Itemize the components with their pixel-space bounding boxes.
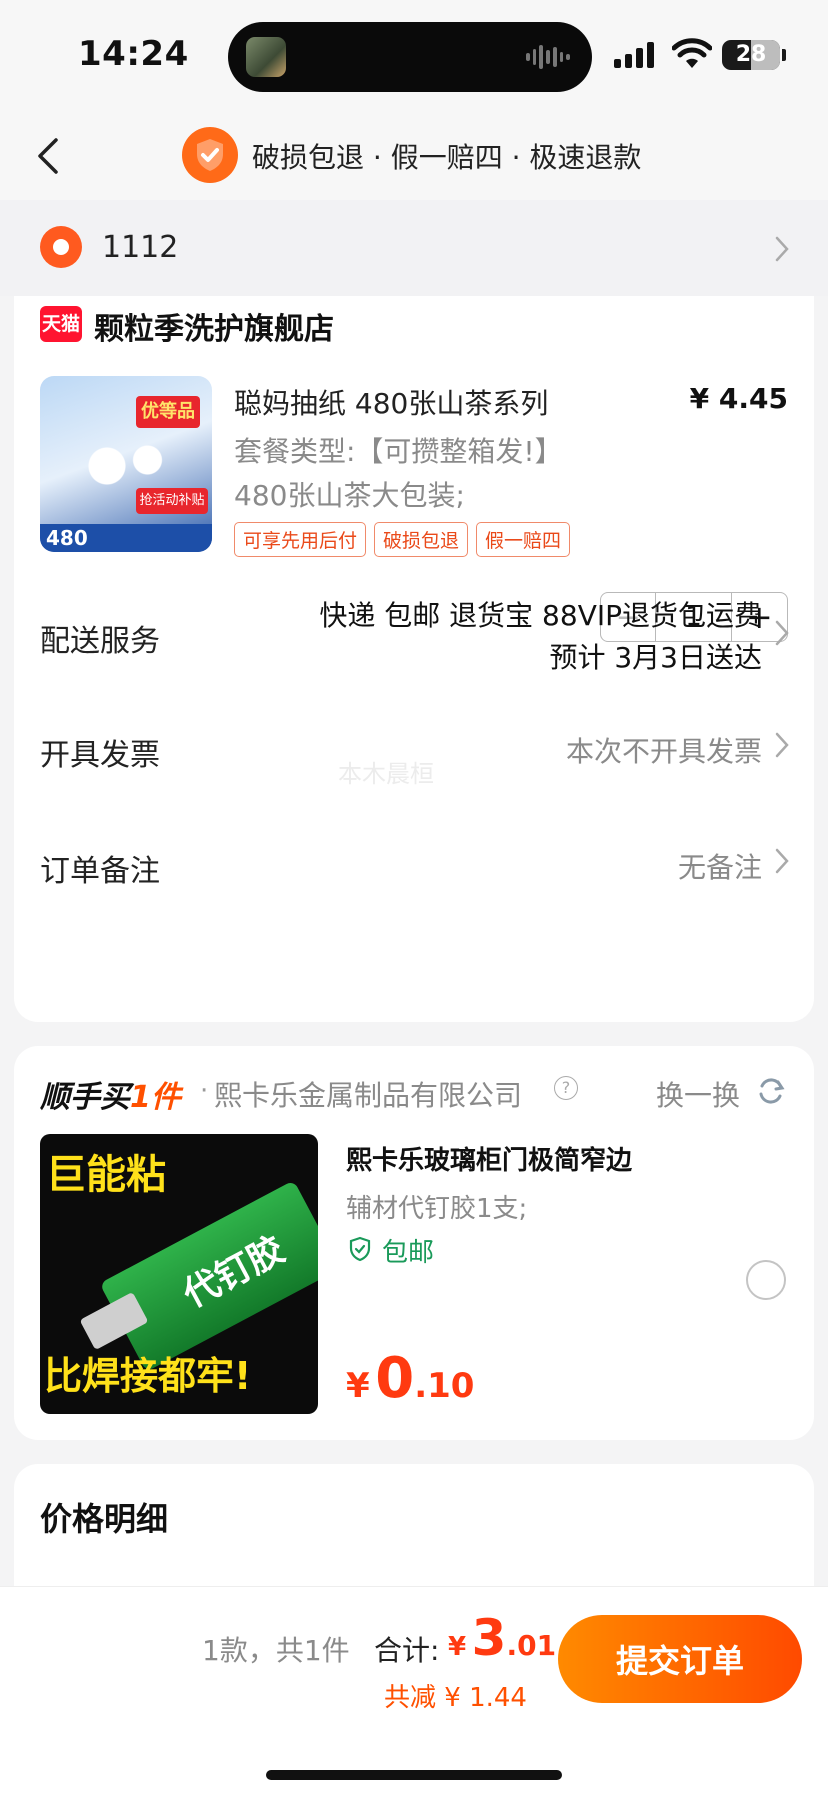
total-price-symbol: ¥ [448,1632,467,1662]
invoice-label: 开具发票 [40,738,160,773]
address-text: 1112 [102,230,179,265]
tmall-badge: 天猫 [40,306,82,342]
addon-image-text-tube: 代钉胶 [176,1229,292,1316]
price-detail-title: 价格明细 [40,1500,169,1538]
discount-summary[interactable]: 共减 ¥ 1.44 [384,1677,527,1714]
total-price-int: 3 [471,1609,507,1667]
total-label: 合计: [374,1634,440,1667]
addon-product-image[interactable]: 巨能粘 代钉胶 比焊接都牢! [40,1134,318,1414]
chevron-right-icon[interactable] [772,730,792,760]
audio-wave-icon [526,44,571,70]
watermark: 本木晨桓 [338,760,434,788]
product-option-type[interactable]: 套餐类型:【可攒整箱发!】 [234,430,563,470]
refresh-icon[interactable] [756,1076,786,1106]
product-image[interactable]: 优等品 抢活动补贴 480 [40,376,212,552]
tag-damage-return: 破损包退 [374,522,469,557]
delivery-estimate[interactable]: 预计 3月3日送达 [549,636,762,676]
shop-name[interactable]: 颗粒季洗护旗舰店 [94,304,334,348]
product-option-package[interactable]: 480张山茶大包装; [234,474,465,514]
product-tags: 可享先用后付 破损包退 假一赔四 [234,522,571,557]
battery-cap [782,49,786,61]
chevron-right-icon[interactable] [772,846,792,876]
dynamic-island[interactable] [228,22,592,92]
addon-title-b: 1件 [130,1080,181,1115]
invoice-value[interactable]: 本次不开具发票 [566,730,762,770]
tag-fake-compensate: 假一赔四 [476,522,571,557]
product-price: ¥ 4.45 [689,382,788,415]
signal-icon [614,42,654,68]
addon-product-spec: 辅材代钉胶1支; [346,1194,528,1224]
addon-separator: · [200,1076,209,1106]
battery-level: 28 [735,42,767,67]
addon-image-tube: 代钉胶 [99,1180,318,1372]
chevron-right-icon[interactable] [772,618,792,648]
checkout-bar: 1款，共1件 合计: ¥ 3.01 共减 ¥ 1.44 提交订单 [0,1586,828,1795]
app-thumbnail-icon [246,37,286,77]
status-time: 14:24 [78,34,189,74]
addon-company: 熙卡乐金属制品有限公司 [214,1079,523,1112]
product-name[interactable]: 聪妈抽纸 480张山茶系列 [234,382,548,422]
swap-button[interactable]: 换一换 [656,1074,740,1114]
product-image-count: 480 [46,526,88,550]
product-image-badge: 优等品 [136,396,200,428]
delivery-options[interactable]: 快递 包邮 退货宝 88VIP退货包运费 [319,594,762,634]
tag-pay-later: 可享先用后付 [234,522,367,557]
addon-price-symbol: ¥ [346,1366,370,1406]
status-bar: 14:24 28 [0,0,828,110]
addon-price-dec: .10 [414,1366,475,1406]
header: 破损包退 · 假一赔四 · 极速退款 [0,110,828,200]
product-image-promo: 抢活动补贴 [136,488,208,514]
note-label: 订单备注 [40,854,160,889]
addon-product-name[interactable]: 熙卡乐玻璃柜门极简窄边 [346,1140,632,1177]
wifi-icon [672,38,712,68]
delivery-label: 配送服务 [40,624,160,659]
addon-image-text-top: 巨能粘 [46,1152,166,1198]
item-count: 1款，共1件 [202,1634,350,1667]
addon-price-int: 0 [375,1346,415,1411]
submit-order-button[interactable]: 提交订单 [558,1615,802,1703]
product-image-flower [80,436,170,496]
address-row[interactable]: 1112 [0,200,828,296]
location-pin-icon [40,226,82,268]
total-price-dec: .01 [506,1629,557,1662]
header-guarantee-title: 破损包退 · 假一赔四 · 极速退款 [252,141,642,174]
order-item-card: 天猫 颗粒季洗护旗舰店 优等品 抢活动补贴 480 聪妈抽纸 480张山茶系列 … [14,296,814,1022]
back-arrow-icon[interactable] [30,136,70,176]
addon-price: ¥ 0.10 [346,1346,474,1411]
chevron-right-icon [775,236,789,262]
addon-title-a: 顺手买 [40,1080,130,1115]
shield-check-icon [349,1236,371,1262]
addon-title: 顺手买1件 [40,1072,181,1116]
addon-select-radio[interactable] [746,1260,786,1300]
battery-icon: 28 [722,40,780,70]
addon-card: 顺手买1件 · 熙卡乐金属制品有限公司 ? 换一换 巨能粘 代钉胶 比焊接都牢!… [14,1046,814,1440]
shield-check-icon [182,127,238,183]
product-image-footer: 480 [40,524,212,552]
help-icon[interactable]: ? [554,1076,578,1100]
addon-free-shipping: 包邮 [382,1238,435,1268]
total-price: ¥ 3.01 [448,1609,556,1667]
addon-image-text-bottom: 比焊接都牢! [44,1354,252,1398]
home-indicator[interactable] [266,1770,562,1780]
note-value[interactable]: 无备注 [678,846,762,886]
